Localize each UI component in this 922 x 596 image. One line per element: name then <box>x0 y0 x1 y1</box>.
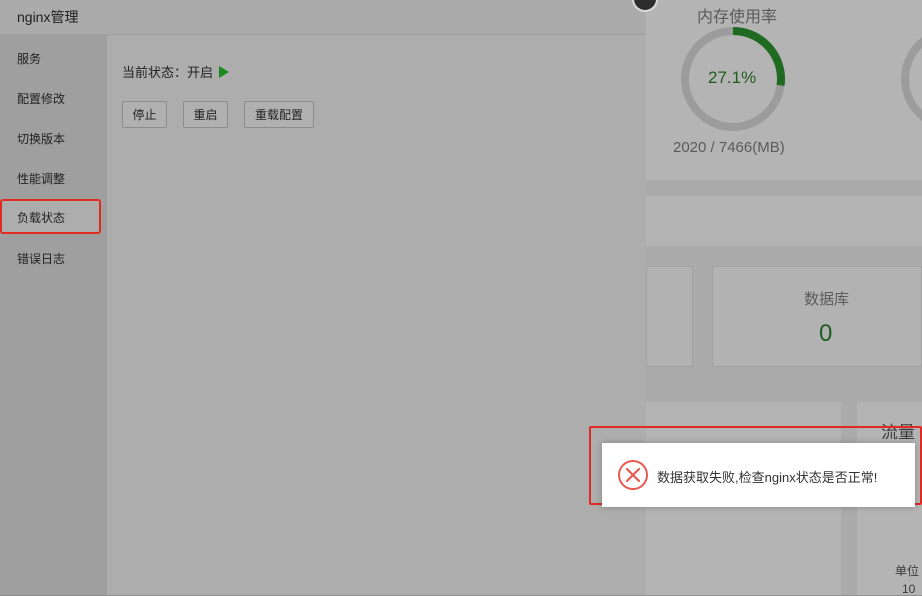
sidebar-item-service[interactable]: 服务 <box>0 37 107 77</box>
sidebar-item-config-edit[interactable]: 配置修改 <box>0 77 107 117</box>
stop-button[interactable]: 停止 <box>122 101 167 128</box>
service-status-text: 当前状态：开启 <box>122 65 214 80</box>
site-count-box[interactable] <box>646 266 693 367</box>
sidebar-item-label: 性能调整 <box>17 172 66 186</box>
modal-content: 当前状态：开启 停止 重启 重载配置 <box>107 35 646 595</box>
memory-percent: 27.1% <box>708 68 757 87</box>
overview-header <box>646 196 922 246</box>
memory-gauge-title: 内存使用率 <box>697 9 778 26</box>
toast-message: 数据获取失败,检查nginx状态是否正常! <box>657 470 878 485</box>
sidebar-item-load-status[interactable]: 负载状态 <box>0 199 101 234</box>
sidebar-item-error-log[interactable]: 错误日志 <box>0 237 107 277</box>
database-count-box[interactable] <box>712 266 922 367</box>
sidebar-item-switch-version[interactable]: 切换版本 <box>0 117 107 157</box>
nginx-manager-modal: nginx管理 服务 配置修改 切换版本 性能调整 负载状态 错误日志 当前状态… <box>0 0 658 595</box>
memory-detail: 2020 / 7466(MB) <box>673 139 785 156</box>
flow-unit-label: 单位 <box>895 564 920 578</box>
sidebar-item-label: 错误日志 <box>17 252 66 266</box>
sidebar-item-label: 负载状态 <box>17 211 66 225</box>
cpu-gauge-partial <box>901 37 922 121</box>
flow-unit-value: 10 <box>902 582 916 596</box>
modal-sidebar: 服务 配置修改 切换版本 性能调整 负载状态 错误日志 <box>0 35 107 595</box>
service-status: 当前状态：开启 <box>122 62 230 81</box>
database-label: 数据库 <box>804 291 850 308</box>
database-count[interactable]: 0 <box>819 320 832 348</box>
modal-title: nginx管理 <box>17 9 79 25</box>
error-toast: 数据获取失败,检查nginx状态是否正常! <box>602 443 915 507</box>
sidebar-item-label: 服务 <box>17 52 42 66</box>
play-icon <box>219 66 230 78</box>
modal-header: nginx管理 <box>0 0 646 35</box>
sidebar-item-label: 切换版本 <box>17 132 66 146</box>
sidebar-item-performance[interactable]: 性能调整 <box>0 157 107 197</box>
reload-config-button[interactable]: 重载配置 <box>244 101 314 128</box>
restart-button[interactable]: 重启 <box>183 101 228 128</box>
sidebar-item-label: 配置修改 <box>17 92 66 106</box>
error-circle-x-icon <box>618 460 648 490</box>
